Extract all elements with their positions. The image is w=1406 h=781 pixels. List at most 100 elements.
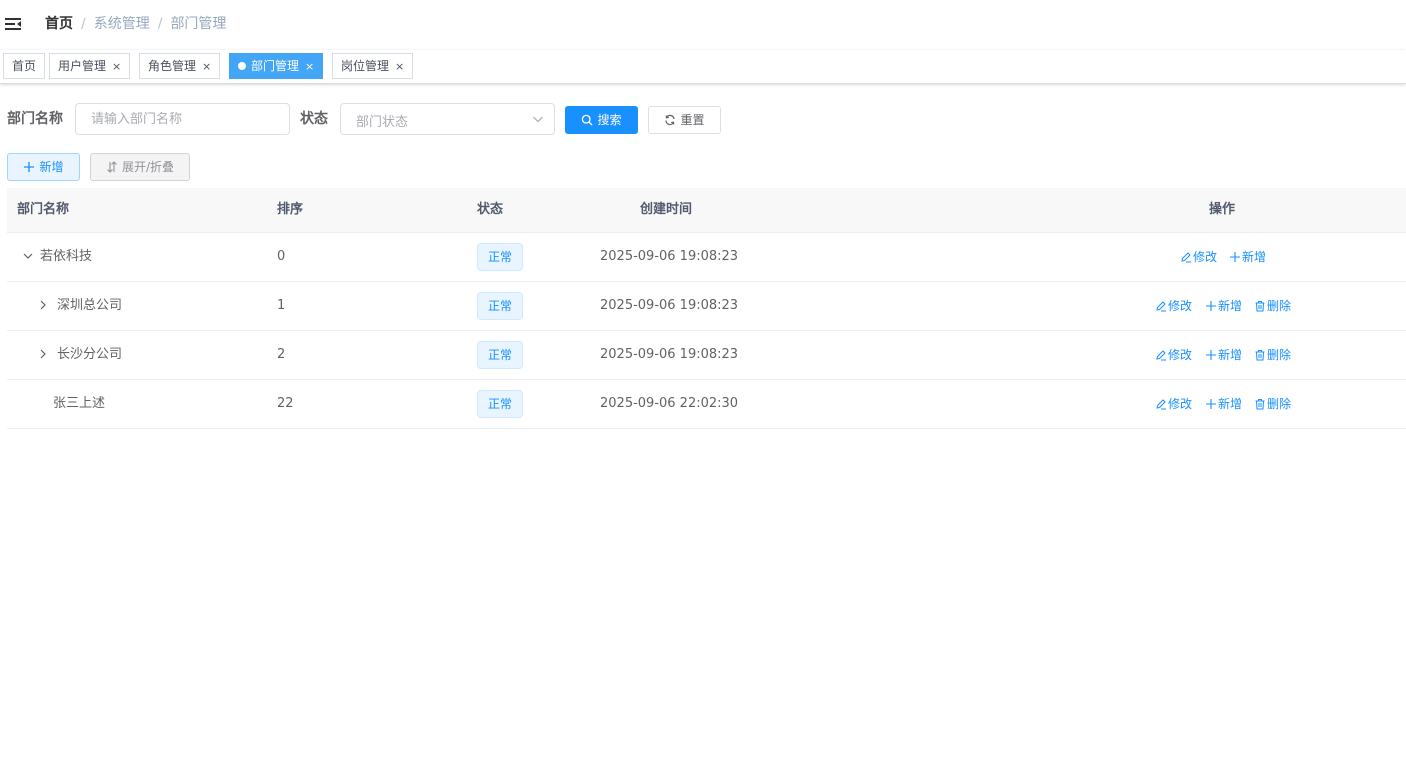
tag-label: 部门管理 — [251, 59, 300, 73]
dept-name-input[interactable] — [75, 103, 290, 135]
breadcrumb: 首页 / 系统管理 / 部门管理 — [45, 15, 226, 33]
add-dept-button[interactable]: 新增 — [7, 153, 80, 181]
status-select-placeholder: 部门状态 — [356, 115, 409, 130]
column-header-actions: 操作 — [1209, 202, 1236, 217]
chevron-right-icon[interactable] — [37, 348, 49, 360]
edit-icon — [1156, 301, 1166, 312]
column-header-order: 排序 — [277, 202, 304, 217]
edit-icon — [1156, 350, 1166, 361]
tag-label: 首页 — [12, 59, 37, 73]
expand-collapse-button-label: 展开/折叠 — [121, 160, 175, 174]
add-child-button[interactable]: 新增 — [1205, 396, 1242, 412]
edit-button-label: 修改 — [1168, 348, 1193, 362]
delete-icon — [1255, 399, 1265, 410]
add-child-button[interactable]: 新增 — [1229, 249, 1266, 265]
table-row: 张三上述 22 正常 2025-09-06 22:02:30 修改 新增 删除 — [7, 380, 1406, 429]
refresh-icon — [665, 114, 676, 126]
add-dept-button-label: 新增 — [39, 160, 64, 174]
tag-user-management[interactable]: 用户管理 × — [49, 53, 131, 79]
created-time-cell: 2025-09-06 22:02:30 — [600, 396, 739, 411]
status-badge: 正常 — [477, 292, 523, 320]
plus-icon — [24, 162, 35, 172]
plus-icon — [1206, 350, 1216, 360]
column-header-status: 状态 — [477, 202, 504, 217]
created-time-cell: 2025-09-06 19:08:23 — [600, 249, 739, 264]
add-child-button-label: 新增 — [1242, 250, 1267, 264]
chevron-right-icon[interactable] — [37, 299, 49, 311]
search-icon — [582, 114, 593, 126]
order-cell: 1 — [277, 298, 286, 313]
search-button[interactable]: 搜索 — [565, 106, 638, 134]
order-cell: 22 — [277, 396, 294, 411]
add-child-button[interactable]: 新增 — [1205, 347, 1242, 363]
tag-home[interactable]: 首页 — [3, 53, 46, 79]
edit-button[interactable]: 修改 — [1155, 298, 1192, 314]
tag-dept-management[interactable]: 部门管理 × — [229, 53, 324, 79]
status-select[interactable]: 部门状态 — [340, 103, 555, 135]
edit-button[interactable]: 修改 — [1155, 347, 1192, 363]
close-icon[interactable]: × — [395, 55, 404, 79]
dept-name-label: 部门名称 — [7, 111, 63, 127]
created-time-cell: 2025-09-06 19:08:23 — [600, 298, 739, 313]
navbar: 首页 / 系统管理 / 部门管理 — [0, 0, 1406, 50]
order-cell: 0 — [277, 249, 286, 264]
plus-icon — [1206, 301, 1216, 311]
created-time-cell: 2025-09-06 19:08:23 — [600, 347, 739, 362]
breadcrumb-current: 部门管理 — [170, 16, 227, 32]
status-badge: 正常 — [477, 341, 523, 369]
edit-button-label: 修改 — [1193, 250, 1218, 264]
tag-label: 岗位管理 — [341, 59, 390, 73]
delete-button[interactable]: 删除 — [1254, 396, 1291, 412]
dept-name-cell: 深圳总公司 — [57, 298, 123, 313]
table-row: 长沙分公司 2 正常 2025-09-06 19:08:23 修改 新增 删除 — [7, 331, 1406, 380]
add-child-button-label: 新增 — [1218, 299, 1243, 313]
edit-button[interactable]: 修改 — [1180, 249, 1217, 265]
active-dot-icon — [238, 62, 246, 70]
hamburger-icon[interactable] — [4, 15, 22, 33]
chevron-down-icon — [533, 116, 543, 123]
plus-icon — [1230, 252, 1240, 262]
close-icon[interactable]: × — [112, 55, 121, 79]
plus-icon — [1206, 399, 1216, 409]
sort-icon — [107, 161, 117, 173]
edit-icon — [1181, 252, 1191, 263]
table-row: 若依科技 0 正常 2025-09-06 19:08:23 修改 新增 — [7, 233, 1406, 282]
breadcrumb-separator: / — [81, 16, 86, 32]
breadcrumb-system: 系统管理 — [93, 16, 150, 32]
edit-button[interactable]: 修改 — [1155, 396, 1192, 412]
status-label: 状态 — [300, 111, 328, 127]
expand-collapse-button[interactable]: 展开/折叠 — [90, 153, 190, 181]
delete-button-label: 删除 — [1267, 348, 1292, 362]
reset-button-label: 重置 — [680, 113, 705, 127]
column-header-dept-name: 部门名称 — [17, 202, 70, 217]
status-badge: 正常 — [477, 390, 523, 418]
tags-view: 首页 用户管理 × 角色管理 × 部门管理 × 岗位管理 × — [0, 50, 1406, 84]
close-icon[interactable]: × — [202, 55, 211, 79]
delete-icon — [1255, 301, 1265, 312]
breadcrumb-home[interactable]: 首页 — [45, 16, 73, 32]
dept-name-cell: 若依科技 — [40, 249, 93, 264]
chevron-down-icon[interactable] — [22, 250, 34, 262]
status-badge: 正常 — [477, 243, 523, 271]
edit-icon — [1156, 399, 1166, 410]
dept-table: 部门名称 排序 状态 创建时间 操作 若依科技 0 正常 2025-09-06 … — [7, 188, 1406, 429]
search-button-label: 搜索 — [597, 113, 622, 127]
add-child-button-label: 新增 — [1218, 348, 1243, 362]
order-cell: 2 — [277, 347, 286, 362]
table-row: 深圳总公司 1 正常 2025-09-06 19:08:23 修改 新增 删除 — [7, 282, 1406, 331]
reset-button[interactable]: 重置 — [648, 106, 721, 134]
delete-button[interactable]: 删除 — [1254, 298, 1291, 314]
column-header-created-time: 创建时间 — [640, 202, 693, 217]
tag-role-management[interactable]: 角色管理 × — [139, 53, 221, 79]
dept-name-cell: 张三上述 — [53, 396, 106, 411]
edit-button-label: 修改 — [1168, 397, 1193, 411]
delete-button-label: 删除 — [1267, 299, 1292, 313]
edit-button-label: 修改 — [1168, 299, 1193, 313]
tag-post-management[interactable]: 岗位管理 × — [332, 53, 414, 79]
delete-icon — [1255, 350, 1265, 361]
delete-button-label: 删除 — [1267, 397, 1292, 411]
close-icon[interactable]: × — [305, 55, 314, 79]
delete-button[interactable]: 删除 — [1254, 347, 1291, 363]
add-child-button[interactable]: 新增 — [1205, 298, 1242, 314]
tag-label: 用户管理 — [58, 59, 107, 73]
